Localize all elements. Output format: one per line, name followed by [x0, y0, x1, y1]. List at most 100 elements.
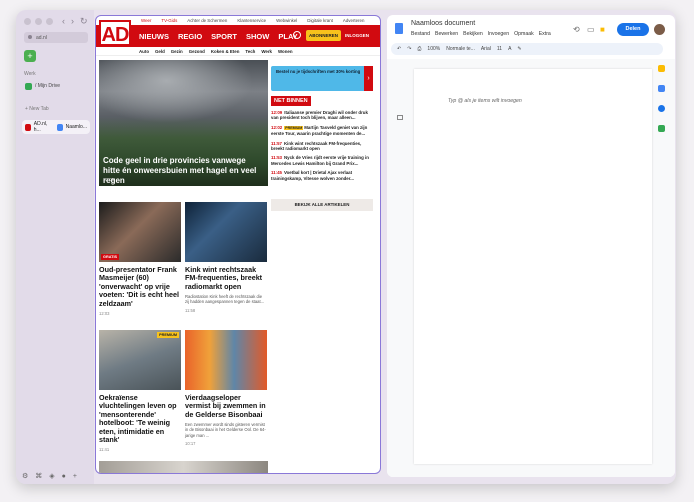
redo-icon[interactable]: ↷ [407, 46, 411, 52]
print-icon[interactable]: ⎙ [417, 46, 421, 52]
article-title[interactable]: Kink wint rechtszaak FM-frequenties, bre… [185, 265, 267, 291]
sidebar-item-drive[interactable]: / Mijn Drive [22, 81, 88, 91]
sub-werk[interactable]: Werk [261, 49, 272, 54]
top-link-krant[interactable]: Digitale krant [307, 18, 333, 23]
top-link-adverteren[interactable]: Adverteren [343, 18, 364, 23]
menu-bekijken[interactable]: Bekijken [463, 31, 483, 37]
menu-extra[interactable]: Extra [539, 31, 551, 37]
article-card[interactable]: GRATIS Oud-presentator Frank Masmeijer (… [99, 202, 181, 316]
hero-title[interactable]: Code geel in drie provincies vanwege hit… [103, 156, 263, 186]
window-controls[interactable] [24, 18, 53, 25]
outline-icon[interactable] [397, 115, 403, 120]
menu-bestand[interactable]: Bestand [411, 31, 430, 37]
address-bar[interactable]: ad.nl [24, 32, 88, 43]
article-card[interactable]: Kink wint rechtszaak FM-frequenties, bre… [185, 202, 267, 313]
list-item[interactable]: 12:09 Italiaanse premier Draghi wil onder… [271, 110, 373, 121]
sub-tech[interactable]: Tech [245, 49, 255, 54]
article-time: 12:03 [99, 311, 110, 317]
list-item[interactable]: 11:53 Nyck de Vries rijdt eerste vrije tr… [271, 155, 373, 166]
contacts-icon[interactable] [658, 105, 665, 112]
abonneren-button[interactable]: ABONNEREN [306, 30, 342, 41]
top-link-tvgids[interactable]: TV-Gids [161, 18, 177, 23]
style-select[interactable]: Normale te... [446, 46, 475, 52]
article-title[interactable]: Oekraïense vluchtelingen leven op 'menso… [99, 393, 181, 444]
forward-icon[interactable]: › [71, 16, 74, 27]
split-tab-group[interactable]: AD.nl, h... Naamlo... [22, 120, 90, 134]
top-link-weer[interactable]: Weer [141, 18, 151, 23]
menu-invoegen[interactable]: Invoegen [488, 31, 509, 37]
sub-wonen[interactable]: Wonen [278, 49, 293, 54]
document-title[interactable]: Naamloos document [411, 20, 475, 27]
news-text: Kink wint rechtszaak FM-frequenties, bre… [271, 140, 362, 152]
article-card[interactable]: PREMIUM Oekraïense vluchtelingen leven o… [99, 330, 181, 452]
space-dot-icon[interactable]: ● [62, 473, 66, 480]
nav-sport[interactable]: SPORT [211, 32, 237, 41]
back-icon[interactable]: ‹ [62, 16, 65, 27]
add-icon[interactable]: + [73, 473, 77, 480]
reload-icon[interactable]: ↻ [80, 16, 88, 27]
tab-ad[interactable]: AD.nl, h... [34, 121, 52, 133]
edit-mode-icon[interactable]: ✎ [517, 46, 521, 52]
docs-pane[interactable]: Naamloos document Bestand Bewerken Bekij… [387, 15, 675, 477]
nav-show[interactable]: SHOW [246, 32, 269, 41]
sidebar: ‹ › ↻ ad.nl + Werk / Mijn Drive + New Ta… [16, 10, 94, 484]
meet-icon[interactable]: ■ [600, 25, 605, 34]
top-link-schermen[interactable]: Achter de Schermen [187, 18, 227, 23]
keep-icon[interactable] [658, 65, 665, 72]
tasks-icon[interactable] [658, 85, 665, 92]
news-text: Italiaanse premier Draghi wil onder druk… [271, 110, 368, 121]
avatar[interactable] [654, 24, 665, 35]
font-select[interactable]: Arial [481, 46, 491, 52]
list-item[interactable]: 11:45 Voetbal kort | Drietal Ajax verlaat… [271, 170, 373, 181]
comment-icon[interactable]: ▭ [587, 25, 595, 34]
hero-article[interactable]: Code geel in drie provincies vanwege hit… [99, 60, 268, 186]
new-tab-button[interactable]: + New Tab [22, 104, 88, 114]
chevron-right-icon[interactable]: › [364, 66, 373, 91]
article-title[interactable]: Vierdaagseloper vermist bij zwemmen in d… [185, 393, 267, 419]
article-summary: Een zwemmer wordt sinds gisteren vermist… [185, 422, 266, 438]
news-time: 11:57 [271, 140, 282, 146]
ad-sub-nav: Auto Geld Gezin Gezond Koken & Eten Tech… [96, 47, 380, 56]
article-card[interactable]: Vierdaagseloper vermist bij zwemmen in d… [185, 330, 267, 446]
docs-logo-icon[interactable] [395, 23, 403, 34]
search-icon[interactable] [293, 31, 301, 39]
sub-gezond[interactable]: Gezond [189, 49, 205, 54]
all-articles-button[interactable]: BEKIJK ALLE ARTIKELEN [271, 199, 373, 211]
sub-auto[interactable]: Auto [139, 49, 149, 54]
list-item[interactable]: 11:57 Kink wint rechtszaak FM-frequenties… [271, 141, 373, 152]
history-icon[interactable]: ⟲ [573, 25, 580, 34]
text-color-icon[interactable]: A [508, 46, 511, 52]
banner-text: Bestel nu je tijdschriften met 30% korti… [276, 69, 361, 74]
nav-regio[interactable]: REGIO [178, 32, 202, 41]
menu-opmaak[interactable]: Opmaak [514, 31, 534, 37]
maps-icon[interactable] [658, 125, 665, 132]
tab-docs[interactable]: Naamlo... [66, 124, 87, 130]
sub-gezin[interactable]: Gezin [171, 49, 183, 54]
add-space-button[interactable]: + [24, 50, 36, 62]
document-page[interactable]: Typ @ als je items wilt invoegen [414, 69, 652, 464]
font-size-input[interactable]: 11 [497, 46, 502, 52]
settings-icon[interactable]: ⚙ [22, 472, 28, 480]
command-icon[interactable]: ⌘ [35, 472, 42, 480]
browser-window: ‹ › ↻ ad.nl + Werk / Mijn Drive + New Ta… [16, 10, 676, 484]
ad-logo[interactable]: AD [99, 20, 131, 46]
top-link-klantenservice[interactable]: Klantenservice [237, 18, 266, 23]
article-image[interactable] [99, 461, 268, 473]
article-time: 11:41 [99, 447, 110, 453]
article-title[interactable]: Oud-presentator Frank Masmeijer (60) 'on… [99, 265, 181, 308]
ad-webpage-pane[interactable]: Weer TV-Gids Achter de Schermen Klantens… [95, 15, 381, 474]
list-item[interactable]: 12:02 PREMIUM Martijn Tasveld geniet van z… [271, 125, 373, 137]
document-canvas[interactable]: Typ @ als je items wilt invoegen + [387, 59, 675, 477]
sub-geld[interactable]: Geld [155, 49, 165, 54]
sub-koken[interactable]: Koken & Eten [211, 49, 240, 54]
inloggen-button[interactable]: INLOGGEN [343, 30, 371, 41]
news-text: Nyck de Vries rijdt eerste vrije trainin… [271, 155, 369, 166]
advertisement-banner[interactable]: Bestel nu je tijdschriften met 30% korti… [271, 66, 373, 91]
undo-icon[interactable]: ↶ [397, 46, 401, 52]
share-button[interactable]: Delen [617, 23, 649, 36]
zoom-select[interactable]: 100% [427, 46, 440, 52]
nav-nieuws[interactable]: NIEUWS [139, 32, 169, 41]
top-link-webwinkel[interactable]: Webwinkel [276, 18, 297, 23]
library-icon[interactable]: ◈ [49, 472, 54, 480]
menu-bewerken[interactable]: Bewerken [435, 31, 458, 37]
